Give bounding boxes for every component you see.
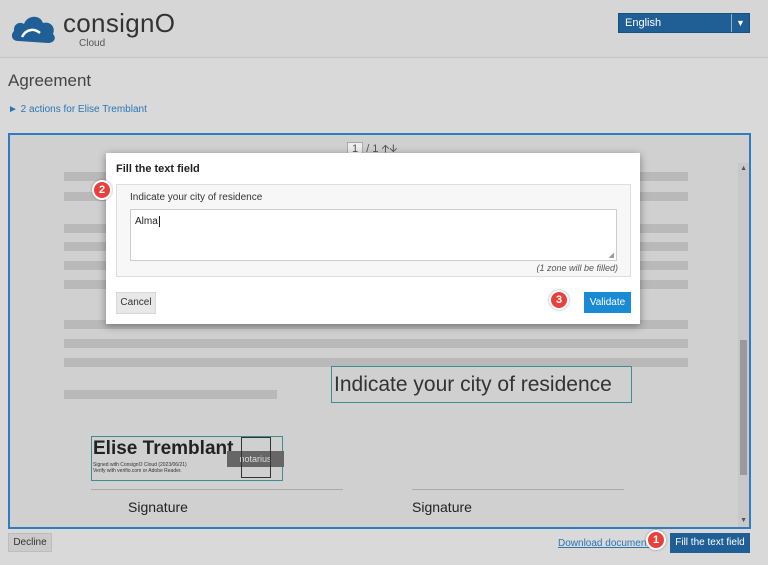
stamp-frame (241, 437, 271, 478)
decline-button[interactable]: Decline (8, 533, 52, 552)
text-line (64, 390, 277, 399)
validate-button[interactable]: Validate (584, 292, 631, 313)
chevron-down-icon: ▼ (731, 14, 749, 32)
city-textarea[interactable]: Alma ◢ (130, 209, 617, 261)
app-header: consignO Cloud English ▼ (0, 0, 768, 58)
scrollbar-thumb[interactable] (740, 340, 747, 475)
document-title: Agreement (8, 71, 92, 90)
text-cursor (158, 216, 160, 227)
step-badge-1: 1 (646, 530, 666, 550)
brand-subtitle: Cloud (79, 38, 106, 49)
signature-line (412, 489, 624, 490)
dialog-title: Fill the text field (116, 163, 200, 175)
dialog-field-group: Indicate your city of residence Alma ◢ (… (116, 184, 631, 277)
cloud-logo-icon (11, 16, 55, 43)
signature-label: Signature (128, 499, 188, 515)
signature-details: Signed with ConsignO Cloud (2023/06/21) … (93, 462, 187, 474)
fill-note: (1 zone will be filled) (536, 263, 618, 273)
resize-grip-icon[interactable]: ◢ (609, 251, 614, 259)
step-badge-2: 2 (92, 180, 112, 200)
textarea-value: Alma (135, 216, 158, 227)
step-badge-3: 3 (549, 290, 569, 310)
field-label: Indicate your city of residence (130, 192, 263, 203)
scroll-down-icon[interactable]: ▼ (740, 517, 747, 524)
language-select[interactable]: English ▼ (618, 13, 750, 33)
download-document-link[interactable]: Download document (558, 538, 649, 549)
cancel-button[interactable]: Cancel (116, 292, 156, 314)
actions-link[interactable]: ► 2 actions for Elise Tremblant (8, 104, 147, 115)
signature-line (91, 489, 343, 490)
signature-label: Signature (412, 499, 472, 515)
signer-name: Elise Tremblant (93, 438, 234, 459)
fill-text-field-button[interactable]: Fill the text field (670, 533, 750, 553)
text-line (64, 339, 688, 348)
signature-stamp: Elise Tremblant Signed with ConsignO Clo… (91, 436, 284, 481)
brand-name: consignO (63, 8, 176, 38)
scroll-up-icon[interactable]: ▲ (740, 165, 747, 172)
language-value: English (625, 17, 662, 29)
text-field-zone[interactable]: Indicate your city of residence (331, 366, 632, 403)
